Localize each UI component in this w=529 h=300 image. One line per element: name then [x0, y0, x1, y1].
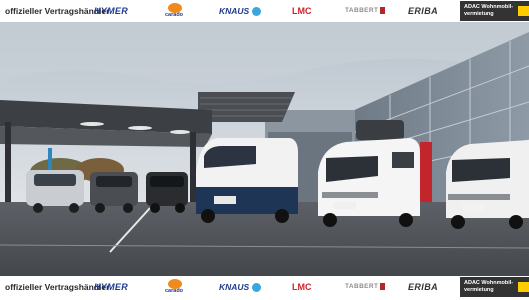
carport-pillar [5, 122, 11, 207]
bottom-brand-bar: offizieller Vertragshändler HYMER carado… [0, 276, 529, 298]
eriba-logo: ERIBA [408, 6, 439, 16]
carport-pillar [190, 132, 196, 212]
knaus-globe-icon [252, 7, 262, 17]
carado-label: carado [165, 12, 184, 18]
carado-logo: carado [165, 3, 185, 19]
blue-camper-van [196, 138, 298, 223]
adac-label: ADAC Wohnmobil-vermietung [464, 280, 514, 293]
dealership-photo [0, 22, 529, 276]
white-motorhome-right [446, 140, 529, 229]
tabbert-label: TABBERT [345, 283, 379, 291]
ceiling-light [170, 130, 190, 134]
knaus-globe-icon [252, 283, 262, 293]
knaus-logo: KNAUS [219, 281, 262, 293]
tabbert-label: TABBERT [345, 7, 379, 15]
knaus-logo: KNAUS [219, 5, 262, 17]
lmc-logo: LMC [292, 6, 312, 16]
carado-logo: carado [165, 279, 185, 295]
carado-label: carado [165, 288, 184, 294]
adac-logo-icon [518, 6, 529, 16]
adac-rental-badge: ADAC Wohnmobil-vermietung [460, 277, 529, 297]
ceiling-light [80, 122, 104, 126]
ceiling-light [128, 126, 152, 130]
tabbert-shield-icon [380, 283, 386, 291]
hymer-logo: HYMER [94, 282, 129, 292]
adac-logo-icon [518, 282, 529, 292]
knaus-label: KNAUS [219, 5, 250, 16]
adac-label: ADAC Wohnmobil-vermietung [464, 4, 514, 17]
top-brand-bar: offizieller Vertragshändler HYMER carado… [0, 0, 529, 22]
lmc-logo: LMC [292, 282, 312, 292]
hymer-logo: HYMER [94, 6, 129, 16]
dealership-scene [0, 22, 529, 276]
tabbert-logo: TABBERT [345, 283, 386, 291]
awning-roof [198, 92, 295, 122]
adac-rental-badge: ADAC Wohnmobil-vermietung [460, 1, 529, 21]
tabbert-shield-icon [380, 7, 386, 15]
tabbert-logo: TABBERT [345, 7, 386, 15]
knaus-label: KNAUS [219, 281, 250, 292]
eriba-logo: ERIBA [408, 282, 439, 292]
